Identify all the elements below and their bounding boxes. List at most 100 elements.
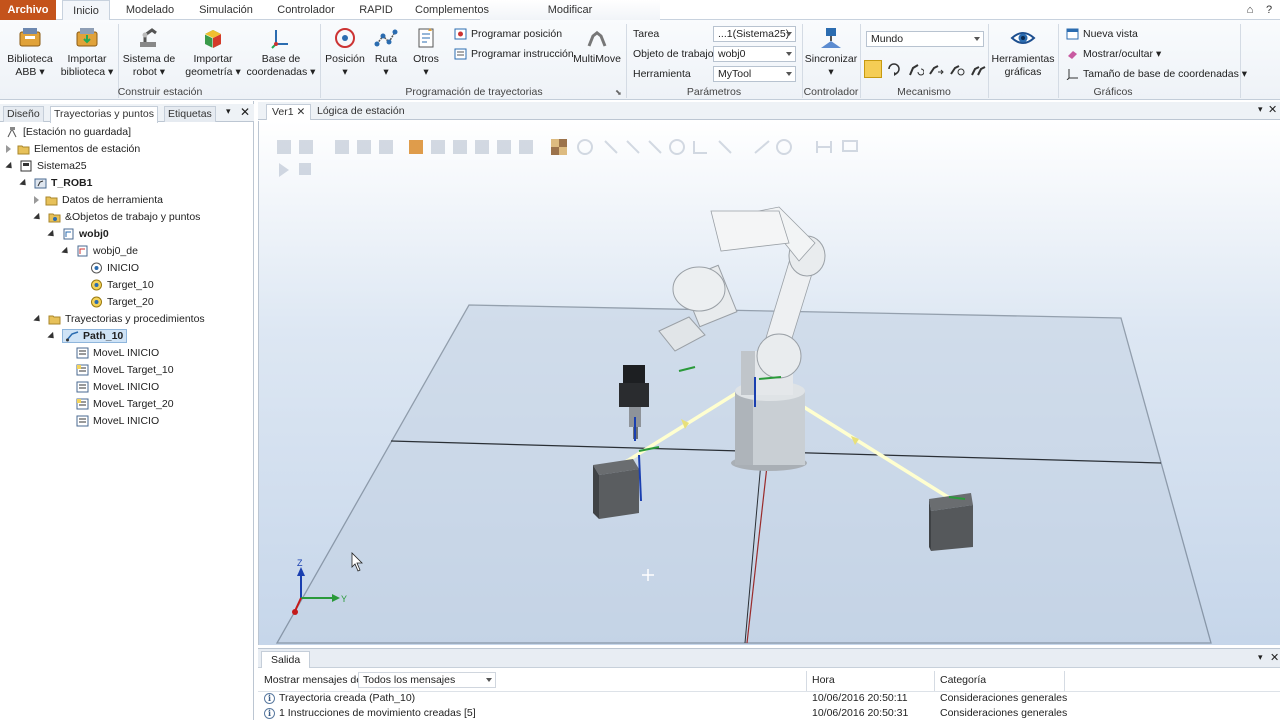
tab-diseno[interactable]: Diseño xyxy=(3,106,44,122)
close-panel-icon[interactable]: ✕ xyxy=(240,105,250,119)
message-text: 1 Instrucciones de movimiento creadas [5… xyxy=(279,707,476,719)
multi-robot-jog-icon[interactable] xyxy=(969,60,987,78)
tab-modificar[interactable]: Modificar xyxy=(530,0,610,20)
tree-movel-3[interactable]: MoveL INICIO xyxy=(76,379,159,395)
panel-menu-icon[interactable]: ▾ xyxy=(1258,652,1263,663)
tree-wobj0-de[interactable]: wobj0_de xyxy=(61,243,138,259)
posicion-button[interactable]: Posición ▾ xyxy=(324,26,366,79)
tree-target-10[interactable]: Target_10 xyxy=(90,277,154,293)
snap-object-icon[interactable] xyxy=(409,140,423,154)
tree-wobj0[interactable]: wobj0 xyxy=(47,226,109,242)
tab-rapid[interactable]: RAPID xyxy=(350,0,402,20)
expand-icon[interactable] xyxy=(34,196,39,205)
tree-trayectorias[interactable]: Trayectorias y procedimientos xyxy=(33,311,205,327)
column-hora-header[interactable]: Hora xyxy=(812,672,835,688)
tarea-label: Tarea xyxy=(633,28,660,40)
tree-movel-2[interactable]: MoveL Target_10 xyxy=(76,362,174,378)
close-output-icon[interactable]: ✕ xyxy=(1270,651,1279,664)
tab-ver1[interactable]: Ver1 ✕ xyxy=(266,104,312,120)
tree-elementos-estacion[interactable]: Elementos de estación xyxy=(6,141,140,157)
multimove-button[interactable]: MultiMove xyxy=(572,26,622,66)
tree-path-10[interactable]: Path_10 xyxy=(47,328,128,344)
ribbon: Biblioteca ABB ▾ Importar biblioteca ▾ S… xyxy=(0,20,1280,100)
tab-modelado[interactable]: Modelado xyxy=(118,0,182,20)
tree-station[interactable]: [Estación no guardada] xyxy=(6,124,131,140)
collapse-icon[interactable] xyxy=(61,246,71,256)
tree-label: MoveL Target_20 xyxy=(93,398,174,410)
collapse-icon[interactable] xyxy=(33,314,43,324)
help-icon[interactable]: ? xyxy=(1262,0,1276,20)
tab-simulacion[interactable]: Simulación xyxy=(192,0,260,20)
tree-objetos-trabajo[interactable]: &Objetos de trabajo y puntos xyxy=(33,209,200,225)
tree-movel-4[interactable]: MoveL Target_20 xyxy=(76,396,174,412)
sistema-de-robot-button[interactable]: Sistema de robot ▾ xyxy=(122,26,176,79)
base-de-coordenadas-label: Base de coordenadas xyxy=(246,53,308,78)
column-categoria-header[interactable]: Categoría xyxy=(940,672,986,688)
tab-archivo[interactable]: Archivo xyxy=(0,0,56,20)
select-face-icon xyxy=(379,140,393,154)
herramienta-select[interactable]: MyTool xyxy=(713,66,796,82)
dialog-launcher-icon[interactable]: ⬊ xyxy=(615,88,622,97)
collapse-icon[interactable] xyxy=(5,161,15,171)
collapse-icon[interactable] xyxy=(47,229,57,239)
stop-icon xyxy=(299,163,311,175)
output-row-message[interactable]: i Trayectoria creada (Path_10) xyxy=(264,690,415,706)
collapse-icon[interactable] xyxy=(47,331,57,341)
importar-geometria-button[interactable]: Importar geometría ▾ xyxy=(182,26,244,79)
output-row-message[interactable]: i 1 Instrucciones de movimiento creadas [… xyxy=(264,705,476,720)
tab-controlador[interactable]: Controlador xyxy=(270,0,342,20)
minimize-ribbon-icon[interactable]: ⌂ xyxy=(1242,0,1258,20)
tarea-select[interactable]: ...1(Sistema25) xyxy=(713,26,796,42)
column-divider xyxy=(806,671,807,691)
axis-y-label: Y xyxy=(341,594,347,604)
tamano-base-button[interactable]: Tamaño de base de coordenadas ▾ xyxy=(1066,66,1247,82)
rotate-icon[interactable] xyxy=(885,60,903,78)
tab-inicio[interactable]: Inicio xyxy=(62,0,110,21)
multimove-icon xyxy=(587,30,607,47)
select-icon xyxy=(277,140,291,154)
tabs-menu-icon[interactable]: ▾ xyxy=(1258,104,1263,115)
tree-movel-5[interactable]: MoveL INICIO xyxy=(76,413,159,429)
ruta-button[interactable]: Ruta ▾ xyxy=(368,26,404,79)
tree-t-rob1[interactable]: T_ROB1 xyxy=(19,175,92,191)
tree-target-inicio[interactable]: INICIO xyxy=(90,260,139,276)
tab-salida[interactable]: Salida xyxy=(261,651,311,668)
sincronizar-button[interactable]: Sincronizar ▾ xyxy=(804,26,858,79)
reference-frame-select[interactable]: Mundo xyxy=(866,31,984,47)
programar-posicion-button[interactable]: Programar posición xyxy=(454,26,562,42)
otros-button[interactable]: Otros ▾ xyxy=(408,26,444,79)
folder-icon xyxy=(48,315,61,325)
biblioteca-abb-button[interactable]: Biblioteca ABB ▾ xyxy=(4,26,56,79)
expand-icon[interactable] xyxy=(6,145,11,154)
move-icon[interactable] xyxy=(864,60,882,78)
close-tab-icon[interactable]: ✕ xyxy=(297,106,306,118)
tab-etiquetas[interactable]: Etiquetas xyxy=(164,106,216,122)
herramientas-graficas-button[interactable]: Herramientas gráficas xyxy=(990,26,1056,79)
collapse-icon[interactable] xyxy=(19,178,29,188)
coordinate-frame-icon xyxy=(271,30,288,49)
mostrar-ocultar-button[interactable]: Mostrar/ocultar ▾ xyxy=(1066,46,1161,62)
tree-datos-herramienta[interactable]: Datos de herramienta xyxy=(34,192,163,208)
other-instructions-icon xyxy=(418,28,434,48)
jog-linear-icon[interactable] xyxy=(927,60,945,78)
tree-target-20[interactable]: Target_20 xyxy=(90,294,154,310)
jog-reorient-icon[interactable] xyxy=(948,60,966,78)
tree-movel-1[interactable]: MoveL INICIO xyxy=(76,345,159,361)
3d-viewport[interactable]: Z Y xyxy=(258,121,1280,645)
tab-complementos[interactable]: Complementos xyxy=(410,0,494,20)
move-instruction-icon xyxy=(76,347,89,359)
message-filter-select[interactable]: Todos los mensajes xyxy=(358,672,496,688)
base-de-coordenadas-button[interactable]: Base de coordenadas ▾ xyxy=(246,26,316,79)
programar-instruccion-button[interactable]: Programar instrucción xyxy=(454,46,574,62)
nueva-vista-button[interactable]: Nueva vista xyxy=(1066,26,1138,42)
tree-sistema25[interactable]: Sistema25 xyxy=(5,158,87,174)
tab-trayectorias-y-puntos[interactable]: Trayectorias y puntos xyxy=(50,106,158,123)
tree-label: [Estación no guardada] xyxy=(23,126,131,138)
close-view-icon[interactable]: ✕ xyxy=(1268,103,1277,116)
collapse-icon[interactable] xyxy=(33,212,43,222)
jog-joint-icon[interactable] xyxy=(906,60,925,78)
importar-biblioteca-button[interactable]: Importar biblioteca ▾ xyxy=(60,26,114,79)
panel-menu-icon[interactable]: ▾ xyxy=(226,106,231,117)
tab-logica-estacion[interactable]: Lógica de estación xyxy=(312,104,410,120)
objeto-de-trabajo-select[interactable]: wobj0 xyxy=(713,46,796,62)
